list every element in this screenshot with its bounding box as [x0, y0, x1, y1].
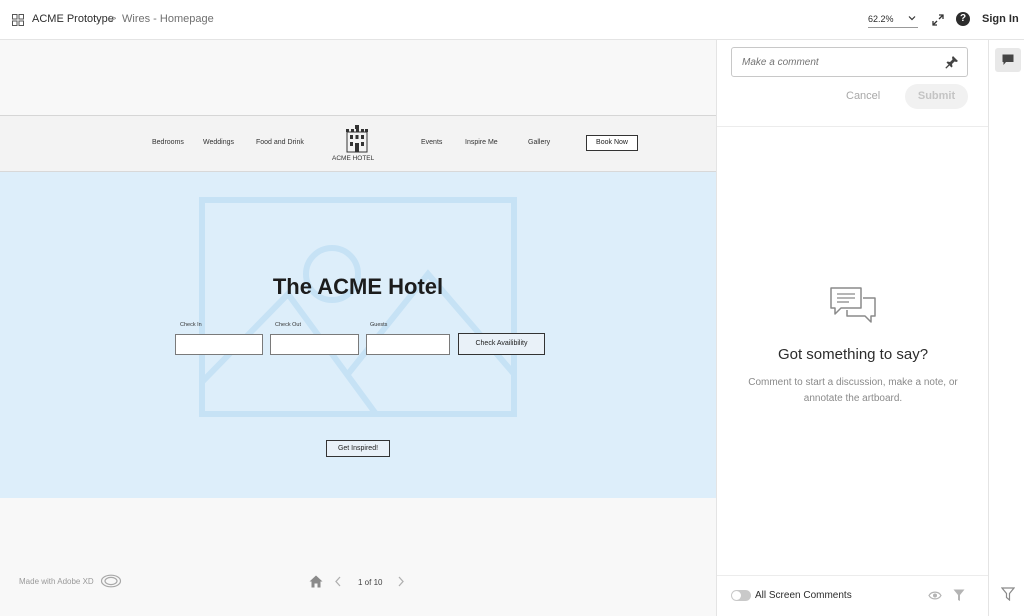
guests-label: Guests [370, 322, 388, 328]
check-out-input[interactable] [270, 334, 359, 355]
comment-input[interactable] [731, 47, 968, 77]
grid-icon[interactable] [12, 14, 24, 26]
empty-state-title: Got something to say? [777, 346, 929, 363]
expand-icon[interactable] [931, 13, 945, 27]
comments-panel: Cancel Submit Got something to say? Comm… [716, 40, 989, 616]
cancel-button[interactable]: Cancel [846, 90, 880, 102]
all-screen-comments-label: All Screen Comments [755, 590, 852, 601]
comments-footer: All Screen Comments [717, 575, 989, 616]
filter-icon[interactable] [953, 589, 965, 602]
page-counter: 1 of 10 [358, 578, 383, 587]
nav-link-events[interactable]: Events [421, 139, 442, 146]
chevron-down-icon[interactable] [907, 13, 917, 23]
breadcrumb-separator: > [110, 13, 117, 25]
comments-toggle-button[interactable] [995, 48, 1021, 72]
guests-input[interactable] [366, 334, 450, 355]
nav-link-inspire-me[interactable]: Inspire Me [465, 139, 498, 146]
chat-bubbles-icon [830, 287, 876, 323]
chevron-right-icon[interactable] [397, 576, 405, 587]
breadcrumb-project[interactable]: ACME Prototype [32, 13, 114, 25]
flag-filter-icon[interactable] [1001, 587, 1015, 601]
hotel-logo-text: ACME HOTEL [332, 155, 375, 162]
eye-icon[interactable] [928, 590, 942, 601]
help-icon[interactable]: ? [956, 12, 970, 26]
check-in-label: Check In [180, 322, 202, 328]
sign-in-link[interactable]: Sign In [982, 13, 1019, 25]
site-navigation: Bedrooms Weddings Food and Drink ACME HO… [0, 116, 716, 172]
empty-state-text: Comment to start a discussion, make a no… [748, 377, 958, 404]
image-placeholder-icon [199, 197, 517, 417]
nav-link-weddings[interactable]: Weddings [203, 139, 234, 146]
breadcrumb-page: Wires - Homepage [122, 13, 214, 25]
home-icon[interactable] [309, 575, 323, 588]
check-out-label: Check Out [275, 322, 301, 328]
prototype-canvas: Bedrooms Weddings Food and Drink ACME HO… [0, 40, 716, 616]
nav-link-food-and-drink[interactable]: Food and Drink [256, 139, 304, 146]
hero-title: The ACME Hotel [272, 274, 444, 299]
artboard[interactable]: Bedrooms Weddings Food and Drink ACME HO… [0, 115, 716, 498]
creative-cloud-icon [100, 574, 122, 588]
check-availability-button[interactable]: Check Availibility [458, 333, 545, 355]
pin-icon[interactable] [945, 55, 959, 69]
nav-link-gallery[interactable]: Gallery [528, 139, 550, 146]
panel-divider [717, 126, 989, 127]
chevron-left-icon[interactable] [334, 576, 342, 587]
submit-button[interactable]: Submit [905, 84, 968, 109]
hero-section: The ACME Hotel Check In Check Out Guests… [0, 172, 716, 498]
nav-link-bedrooms[interactable]: Bedrooms [152, 139, 184, 146]
book-now-button[interactable]: Book Now [586, 135, 638, 151]
zoom-value: 62.2% [868, 14, 894, 24]
hotel-logo-icon[interactable] [342, 124, 372, 154]
comment-icon [1002, 54, 1014, 65]
get-inspired-button[interactable]: Get Inspired! [326, 440, 390, 457]
made-with-label: Made with Adobe XD [19, 577, 94, 586]
top-bar: ACME Prototype > Wires - Homepage 62.2% … [0, 0, 1024, 40]
right-rail [988, 40, 1024, 616]
check-in-input[interactable] [175, 334, 263, 355]
all-screen-comments-toggle[interactable] [731, 590, 751, 601]
